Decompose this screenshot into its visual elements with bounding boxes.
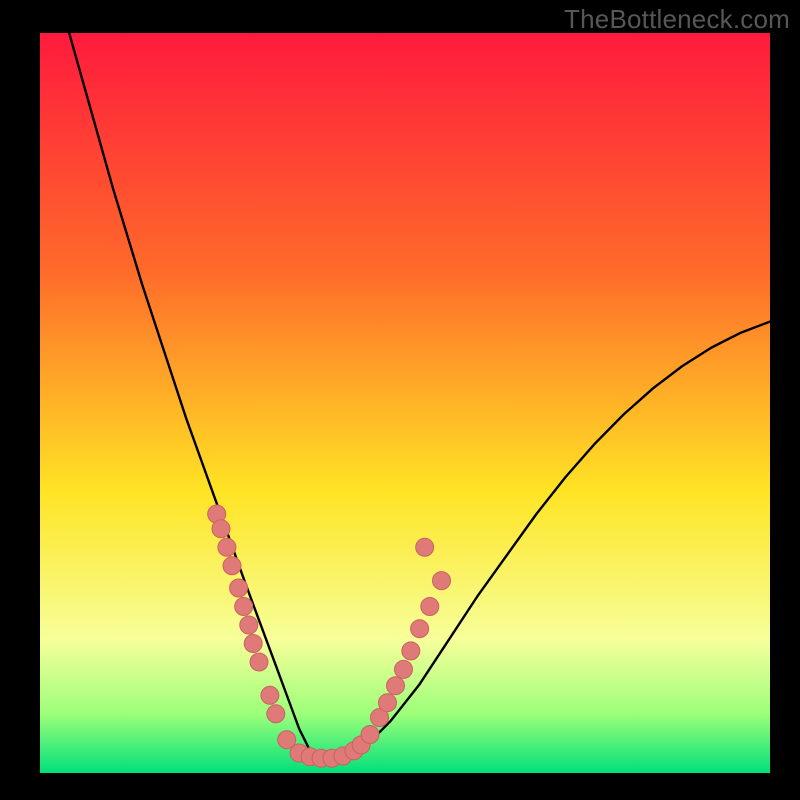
data-marker (433, 572, 451, 590)
data-marker (244, 635, 262, 653)
data-marker (267, 705, 285, 723)
data-marker (402, 642, 420, 660)
data-marker (411, 620, 429, 638)
data-marker (218, 538, 236, 556)
data-marker (421, 598, 439, 616)
data-marker (261, 686, 279, 704)
data-marker (223, 557, 241, 575)
data-marker (235, 598, 253, 616)
bottleneck-chart (0, 0, 800, 800)
data-marker (395, 660, 413, 678)
data-marker (250, 653, 268, 671)
data-marker (240, 616, 258, 634)
data-marker (379, 694, 397, 712)
data-marker (387, 677, 405, 695)
data-marker (416, 538, 434, 556)
chart-frame: TheBottleneck.com (0, 0, 800, 800)
data-marker (230, 579, 248, 597)
data-marker (361, 726, 379, 744)
data-marker (212, 520, 230, 538)
watermark-text: TheBottleneck.com (564, 4, 790, 35)
